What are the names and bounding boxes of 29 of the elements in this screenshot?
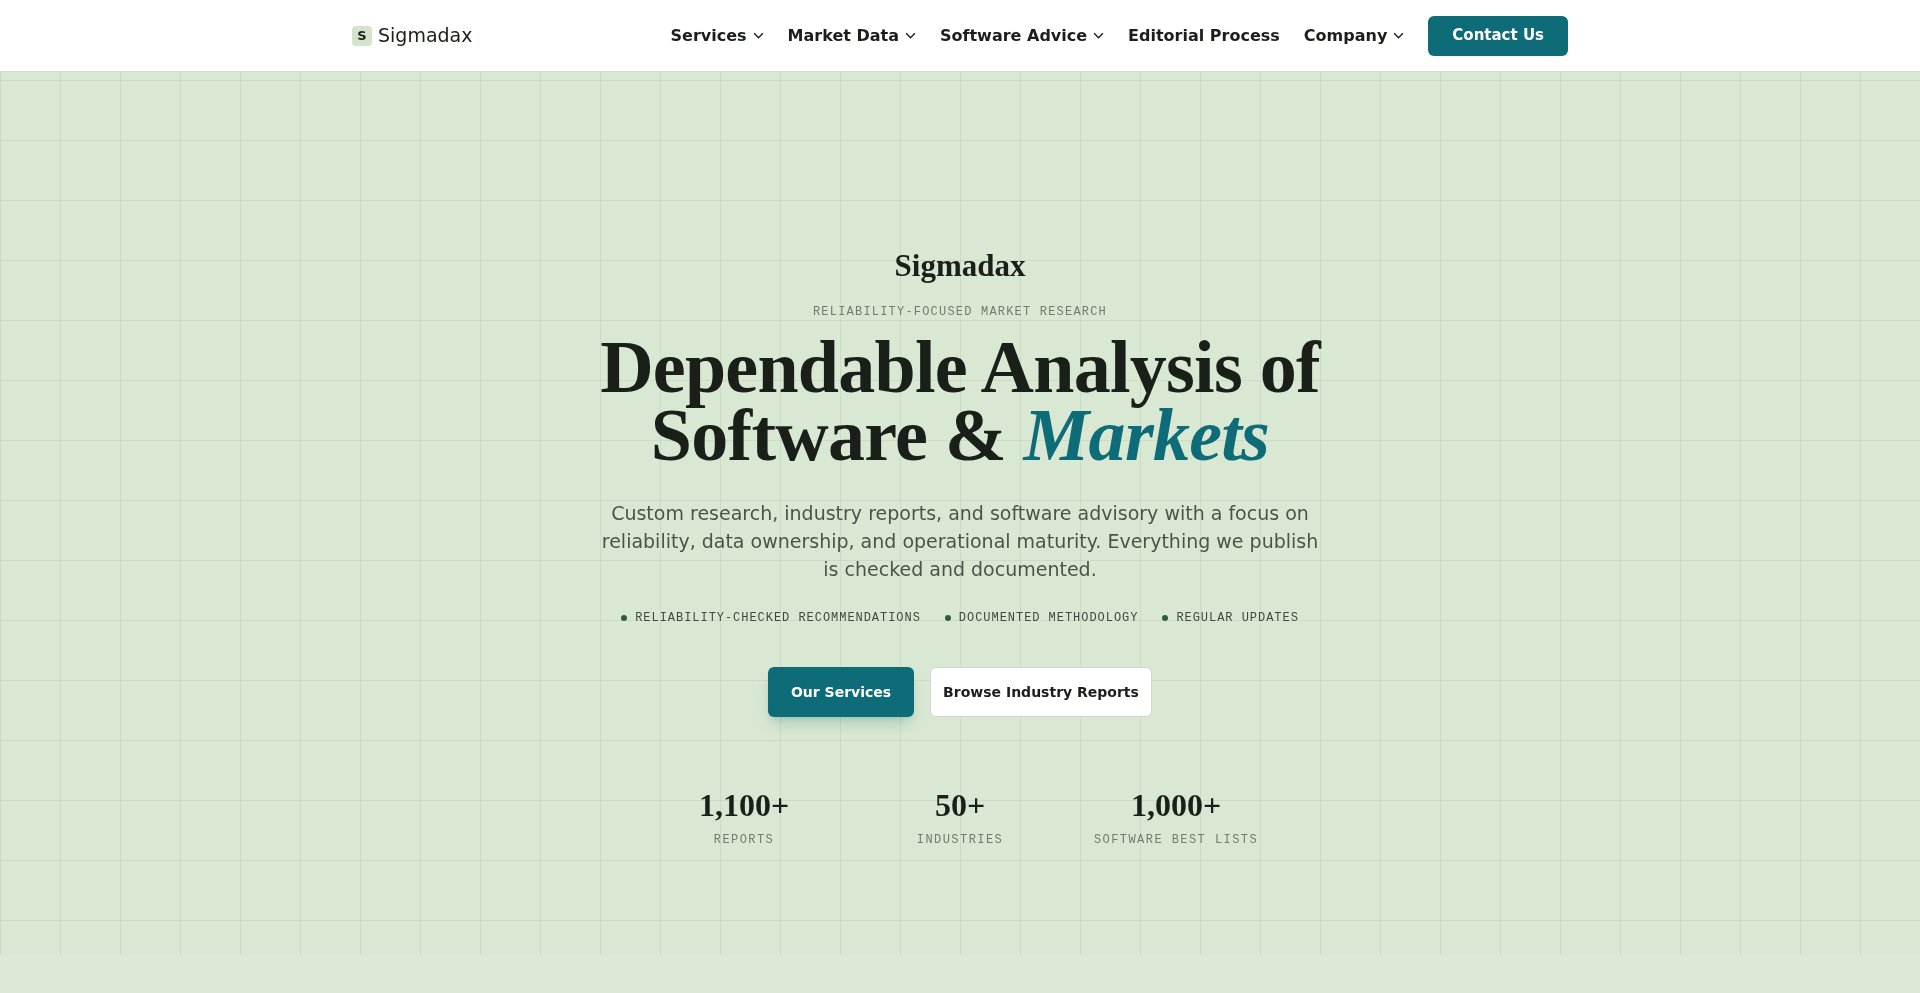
services-button[interactable]: Our Services <box>768 667 914 717</box>
nav-link[interactable]: Company <box>1303 23 1405 48</box>
bullet-icon <box>621 615 628 621</box>
tagline: RELIABILITY-FOCUSED MARKET RESEARCH <box>812 304 1107 321</box>
chevron-down-icon <box>752 32 764 39</box>
nav-link[interactable]: Software Advice <box>940 23 1105 48</box>
logo-text[interactable]: Sigmadax <box>378 21 473 50</box>
nav-link[interactable]: Market Data <box>787 23 916 48</box>
stat-value: 1,000+ <box>1130 789 1222 821</box>
feature-label: DOCUMENTED METHODOLOGY <box>958 610 1139 627</box>
stat-label: INDUSTRIES <box>916 832 1004 849</box>
feature-label: RELIABILITY-CHECKED RECOMMENDATIONS <box>635 610 921 627</box>
stat-value: 1,100+ <box>698 789 790 821</box>
description: Custom research, industry reports, and software advisory with a focus on reliability, data ownership, and operational maturity. Everything we publish is checked and documented. <box>600 501 1320 582</box>
logo-mark[interactable]: S <box>352 25 372 46</box>
bullet-icon <box>944 615 951 621</box>
reports-button[interactable]: Browse Industry Reports <box>930 667 1152 717</box>
feature-label: REGULAR UPDATES <box>1176 610 1299 627</box>
brand-name: Sigmadax <box>894 250 1026 281</box>
nav-link[interactable]: Editorial Process <box>1128 23 1280 48</box>
stat-label: SOFTWARE BEST LISTS <box>1093 832 1259 849</box>
nav-link[interactable]: Services <box>670 23 764 48</box>
bullet-icon <box>1162 615 1169 621</box>
contact-button[interactable]: Contact Us <box>1428 15 1568 56</box>
chevron-down-icon <box>1093 32 1105 39</box>
chevron-down-icon <box>905 32 916 39</box>
stat-value: 50+ <box>934 789 986 821</box>
chevron-down-icon <box>1393 32 1405 39</box>
stat-label: REPORTS <box>713 832 775 849</box>
